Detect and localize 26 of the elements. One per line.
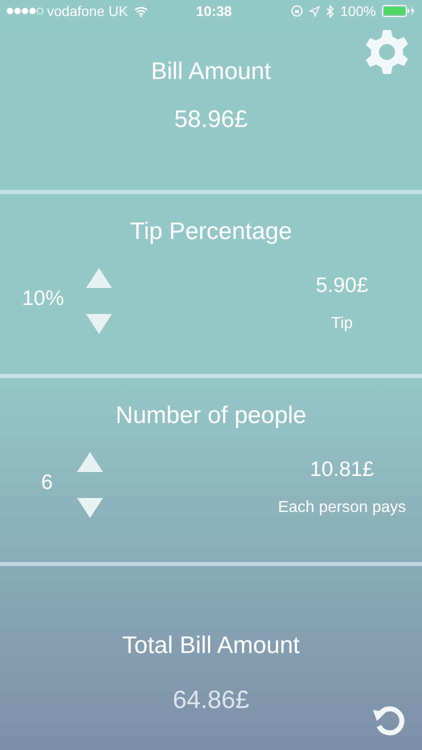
bill-amount[interactable]: 58.96£ [174,102,248,138]
bluetooth-icon [326,4,334,18]
settings-icon[interactable] [363,28,411,76]
decrease-arrow[interactable] [77,498,103,518]
location-arrow-icon [309,6,320,16]
battery-percentage: 100% [340,2,376,20]
battery-icon [382,5,416,17]
section-title: Bill Amount [150,57,272,87]
increase-arrow[interactable] [86,268,112,288]
per-person-amount: 10.81£ [310,457,374,483]
tip-percentage: 10% [22,286,64,312]
section-title: Total Bill Amount [122,631,300,661]
wifi-icon [134,6,148,16]
increase-arrow[interactable] [77,452,103,472]
lock-rotation-icon [291,5,304,17]
section-title: Tip Percentage [129,217,293,247]
tip-amount: 5.90£ [316,273,368,299]
decrease-arrow[interactable] [86,314,112,334]
carrier-name: vodafone UK [47,2,128,20]
section-title: Number of people [114,401,308,431]
total-amount: 64.86£ [172,685,250,716]
tip-label: Tip [331,314,353,334]
people-count: 6 [41,470,53,496]
clock-time: 10:38 [196,2,232,20]
per-person-label: Each person pays [278,498,406,518]
signal-icon [6,7,44,15]
